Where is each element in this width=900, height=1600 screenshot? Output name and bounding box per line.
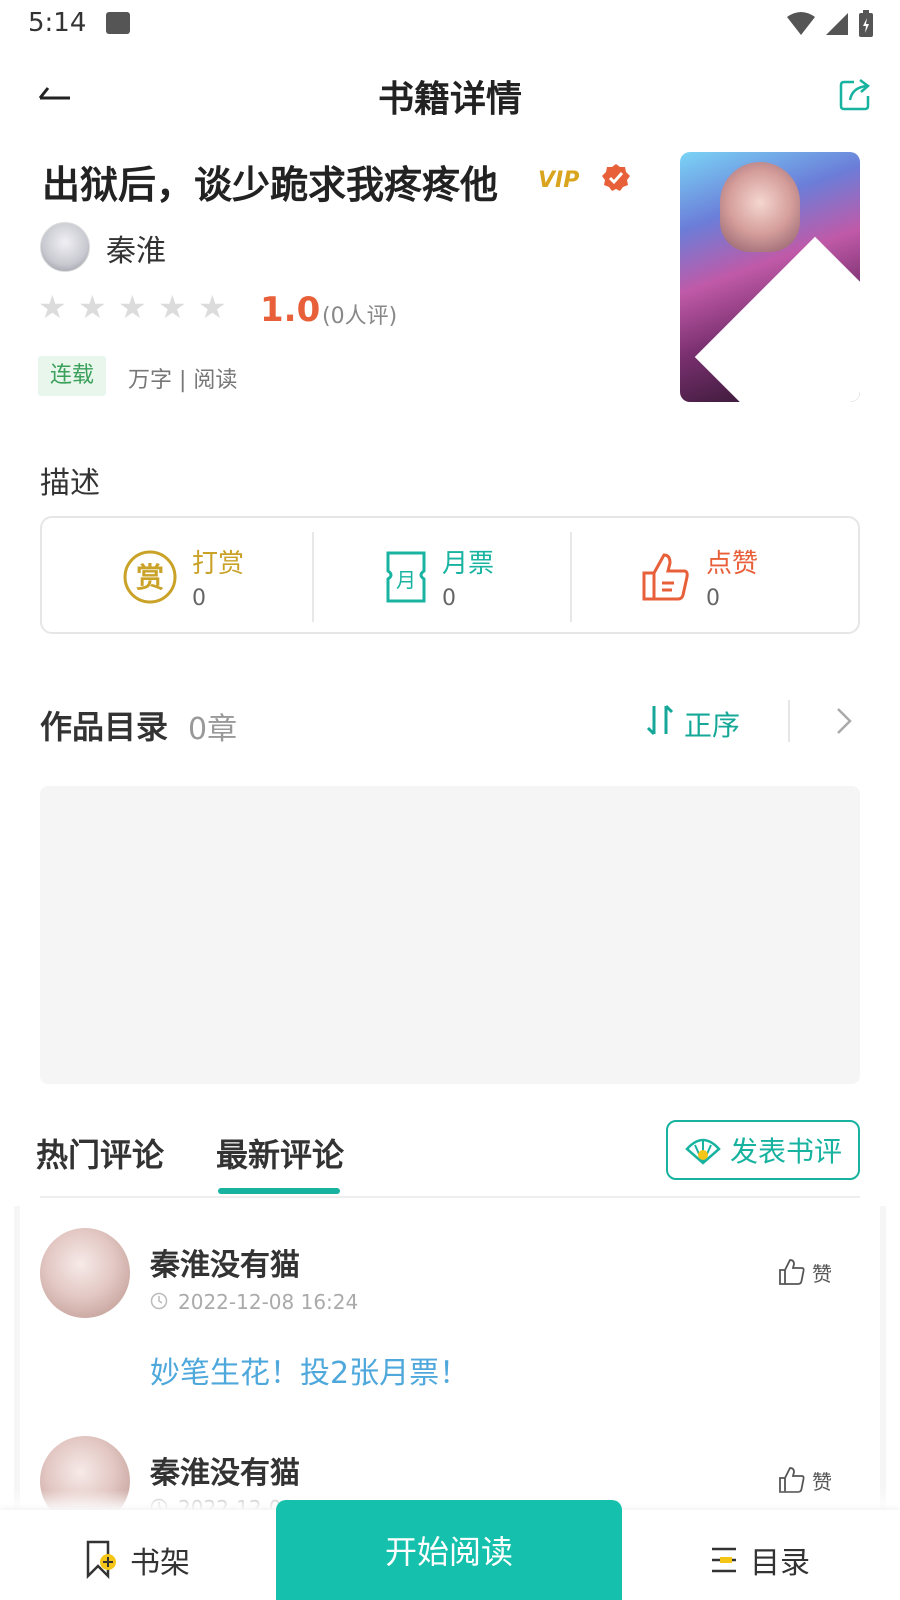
menu-list-icon — [712, 1547, 736, 1573]
clock-icon — [150, 1292, 168, 1310]
star-icon: ★ — [198, 288, 227, 326]
commenter-name[interactable]: 秦淮没有猫 — [150, 1240, 300, 1284]
thumbs-up-icon — [779, 1259, 805, 1285]
post-review-button[interactable]: 发表书评 — [666, 1120, 860, 1180]
catalog-list-panel — [40, 786, 860, 1084]
rating-count: (0人评) — [322, 304, 398, 329]
serial-status-tag: 连载 — [38, 356, 107, 396]
reward-tip-button[interactable]: 赏 打赏 0 — [122, 518, 244, 636]
divider — [312, 532, 314, 622]
post-review-label: 发表书评 — [729, 1135, 842, 1168]
comment-like-button[interactable]: 赞 — [778, 1256, 842, 1288]
catalog-chapter-count: 0章 — [188, 712, 238, 747]
monthly-ticket-label: 月票 — [442, 549, 495, 579]
shelf-label: 书架 — [130, 1546, 190, 1581]
star-icon: ★ — [78, 288, 107, 326]
description-label: 描述 — [40, 466, 100, 501]
comment-item — [40, 1228, 130, 1318]
sort-icon[interactable] — [646, 704, 676, 736]
signal-icon — [826, 13, 848, 35]
monthly-ticket-icon: 月 — [386, 551, 426, 603]
word-read-stats: 万字 | 阅读 — [128, 368, 238, 393]
commenter-avatar[interactable] — [40, 1228, 130, 1318]
like-button[interactable]: 点赞 0 — [640, 518, 758, 636]
monthly-ticket-value: 0 — [442, 586, 456, 611]
comment-time: 2022-12-08 16:24 — [178, 1290, 359, 1314]
rating-score: 1.0 — [260, 290, 321, 330]
rewards-panel: 赏 打赏 0 月 月票 0 点赞 0 — [40, 516, 860, 634]
star-icon: ★ — [118, 288, 147, 326]
like-value: 0 — [706, 586, 720, 611]
tab-hot-comments[interactable]: 热门评论 — [36, 1130, 164, 1176]
divider — [570, 532, 572, 622]
reward-coin-icon: 赏 — [123, 550, 177, 604]
fan-icon — [685, 1138, 721, 1165]
cover-fold — [694, 236, 860, 402]
book-title: 出狱后，谈少跪求我疼疼他 — [42, 163, 499, 207]
status-icons — [786, 10, 874, 38]
gallery-notification-icon — [106, 12, 130, 34]
comment-text: 妙笔生花！投2张月票！ — [150, 1356, 470, 1391]
svg-text:赏: 赏 — [136, 561, 164, 594]
cover-illustration — [720, 162, 800, 252]
catalog-button[interactable]: 目录 — [710, 1538, 810, 1582]
battery-icon — [859, 10, 873, 37]
monthly-ticket-button[interactable]: 月 月票 0 — [384, 518, 494, 636]
tab-latest-comments[interactable]: 最新评论 — [216, 1130, 344, 1176]
verified-badge-icon — [602, 164, 630, 191]
reward-tip-label: 打赏 — [192, 549, 245, 579]
add-to-shelf-button[interactable]: 书架 — [84, 1538, 190, 1582]
commenter-name[interactable]: 秦淮没有猫 — [150, 1448, 300, 1492]
book-detail-screen: 5:14 书籍详情 出狱后，谈少跪求我疼疼他 VIP 秦淮 ★ ★ ★ ★ ★ … — [0, 0, 900, 1600]
author-avatar[interactable] — [40, 222, 90, 272]
page-title: 书籍详情 — [377, 79, 522, 120]
catalog-title: 作品目录 — [40, 708, 169, 746]
wifi-icon — [787, 12, 815, 35]
active-tab-indicator — [218, 1188, 340, 1194]
rating-stars: ★ ★ ★ ★ ★ — [38, 288, 228, 326]
author-name[interactable]: 秦淮 — [106, 226, 166, 270]
like-label: 点赞 — [706, 549, 759, 579]
star-icon: ★ — [158, 288, 187, 326]
status-time: 5:14 — [28, 8, 87, 38]
divider — [40, 1196, 860, 1198]
chevron-right-icon[interactable] — [832, 706, 856, 736]
thumbs-up-icon — [642, 553, 689, 601]
star-icon: ★ — [38, 288, 67, 326]
share-icon[interactable] — [836, 74, 876, 114]
divider — [788, 700, 790, 742]
sort-order-button[interactable]: 正序 — [684, 704, 740, 744]
reward-tip-value: 0 — [192, 586, 206, 611]
comment-like-label: 赞 — [812, 1261, 832, 1286]
catalog-label: 目录 — [750, 1546, 810, 1581]
svg-text:月: 月 — [396, 568, 416, 592]
book-cover[interactable] — [680, 152, 860, 402]
bookmark-add-icon — [86, 1540, 116, 1580]
start-reading-button[interactable]: 开始阅读 — [276, 1500, 622, 1600]
vip-badge: VIP — [538, 168, 580, 193]
